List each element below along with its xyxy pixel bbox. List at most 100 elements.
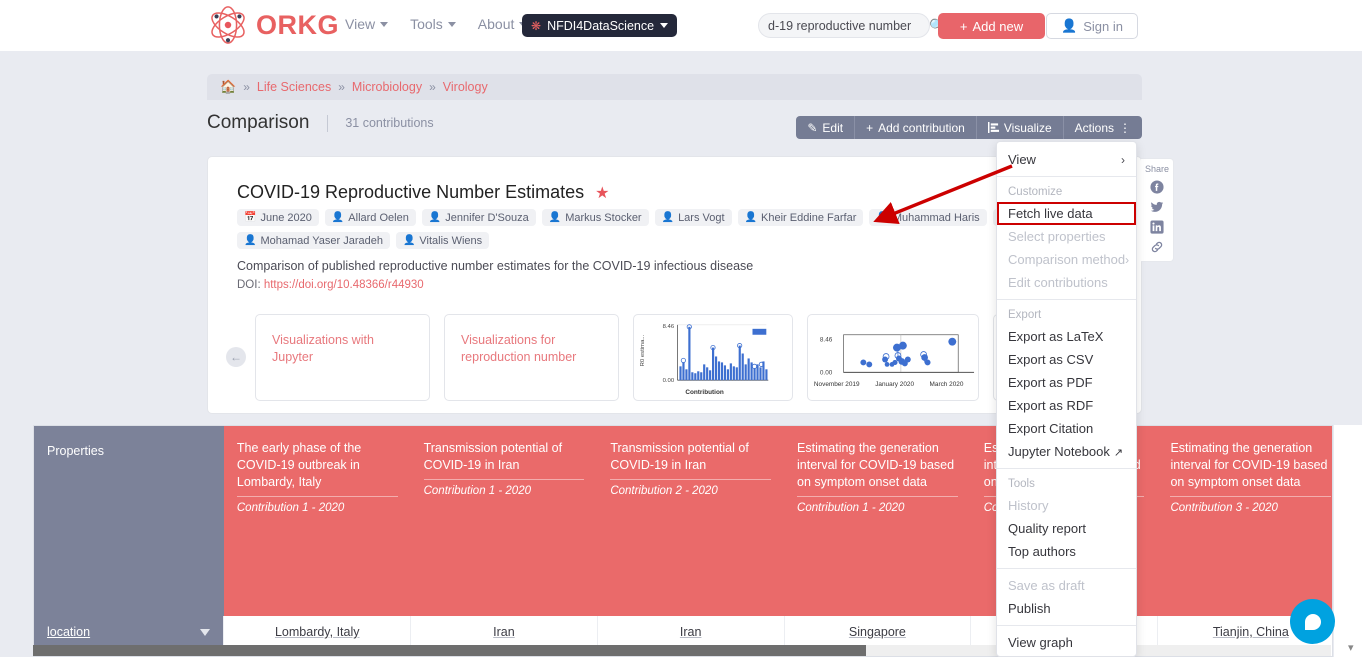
menu-divider xyxy=(997,299,1136,300)
menu-item-label: Export as PDF xyxy=(1008,375,1093,390)
tag-author[interactable]: 👤 Vitalis Wiens xyxy=(396,232,489,249)
chevron-down-icon xyxy=(380,22,388,27)
chevron-down-icon[interactable] xyxy=(200,629,210,636)
menu-item-edit-contributions: Edit contributions xyxy=(997,271,1136,294)
tag-author[interactable]: 👤 Muhammad Haris xyxy=(869,209,986,226)
tag-date[interactable]: 📅 June 2020 xyxy=(237,209,319,226)
menu-item-history: History xyxy=(997,494,1136,517)
tag-author[interactable]: 👤 Lars Vogt xyxy=(655,209,732,226)
menu-item-label: Top authors xyxy=(1008,544,1076,559)
menu-item-export-citation[interactable]: Export Citation xyxy=(997,417,1136,440)
menu-item-fetch-live-data[interactable]: Fetch live data xyxy=(997,202,1136,225)
breadcrumb-item-virology[interactable]: Virology xyxy=(443,80,488,94)
divider xyxy=(797,496,958,497)
menu-item-top-authors[interactable]: Top authors xyxy=(997,540,1136,563)
link-icon[interactable] xyxy=(1150,240,1164,254)
twitter-icon[interactable] xyxy=(1150,200,1164,214)
carousel-prev-button[interactable]: ← xyxy=(226,347,246,367)
observatory-label: NFDI4DataScience xyxy=(547,19,654,33)
comparison-description: Comparison of published reproductive num… xyxy=(237,259,753,273)
user-icon: 👤 xyxy=(244,235,256,246)
plus-icon: + xyxy=(866,121,873,135)
paper-title: Transmission potential of COVID-19 in Ir… xyxy=(424,440,585,474)
nav-item-tools[interactable]: Tools xyxy=(410,16,456,32)
cell-value: Lombardy, Italy xyxy=(275,625,360,639)
facebook-icon[interactable] xyxy=(1150,180,1164,194)
tag-author[interactable]: 👤 Jennifer D'Souza xyxy=(422,209,536,226)
menu-item-view-graph[interactable]: View graph xyxy=(997,631,1136,654)
menu-item-label: Edit contributions xyxy=(1008,275,1108,290)
actions-button[interactable]: Actions ⋮ xyxy=(1064,116,1142,139)
star-icon[interactable]: ★ xyxy=(595,185,609,202)
breadcrumb-item-microbiology[interactable]: Microbiology xyxy=(352,80,422,94)
svg-text:R0 estima...: R0 estima... xyxy=(640,334,646,366)
tag-label: Allard Oelen xyxy=(348,212,409,224)
chevron-right-icon: › xyxy=(1125,253,1129,267)
chat-bubble-icon xyxy=(1302,611,1324,633)
visualize-button[interactable]: Visualize xyxy=(977,116,1064,139)
menu-item-jupyter-notebook[interactable]: Jupyter Notebook↗ xyxy=(997,440,1136,463)
svg-text:0.00: 0.00 xyxy=(663,378,675,384)
user-icon: 👤 xyxy=(745,212,757,223)
page-title: Comparison xyxy=(207,112,309,134)
tag-author[interactable]: 👤 Markus Stocker xyxy=(542,209,649,226)
user-icon: 👤 xyxy=(429,212,441,223)
orkg-logo[interactable]: ORKG xyxy=(207,5,339,45)
home-icon[interactable]: 🏠 xyxy=(220,79,236,95)
menu-item-publish[interactable]: Publish xyxy=(997,597,1136,620)
search-box[interactable]: 🔍 xyxy=(758,13,930,38)
menu-item-quality-report[interactable]: Quality report xyxy=(997,517,1136,540)
share-label: Share xyxy=(1145,164,1169,174)
table-header-paper[interactable]: Transmission potential of COVID-19 in Ir… xyxy=(597,426,784,616)
svg-text:November 2019: November 2019 xyxy=(814,381,860,388)
menu-item-export-pdf[interactable]: Export as PDF xyxy=(997,371,1136,394)
menu-item-view[interactable]: View › xyxy=(997,148,1136,171)
breadcrumb-separator: » xyxy=(429,80,436,94)
tag-author[interactable]: 👤 Kheir Eddine Farfar xyxy=(738,209,864,226)
add-contribution-button[interactable]: + Add contribution xyxy=(855,116,977,139)
search-input[interactable] xyxy=(768,19,929,33)
doi-link[interactable]: https://doi.org/10.48366/r44930 xyxy=(264,279,424,291)
top-navbar: ORKG View Tools About ❋ NFDI4DataScience… xyxy=(0,0,1362,51)
chat-widget-button[interactable] xyxy=(1290,599,1335,644)
nav-item-about[interactable]: About xyxy=(478,16,528,32)
add-new-label: Add new xyxy=(973,19,1024,34)
tag-author[interactable]: 👤 Allard Oelen xyxy=(325,209,416,226)
visualization-card-bar-chart[interactable]: 8.46 0.00 R0 estima... Contribution xyxy=(633,314,793,401)
tag-label: Jennifer D'Souza xyxy=(445,212,528,224)
breadcrumb-item-life-sciences[interactable]: Life Sciences xyxy=(257,80,331,94)
table-header-paper[interactable]: Estimating the generation interval for C… xyxy=(784,426,971,616)
edit-button[interactable]: ✎ Edit xyxy=(796,116,855,139)
menu-item-export-latex[interactable]: Export as LaTeX xyxy=(997,325,1136,348)
visualization-card-reproduction[interactable]: Visualizations for reproduction number xyxy=(444,314,619,401)
visualization-card-scatter-chart[interactable]: 8.46 0.00 November 2019 January 2020 Mar… xyxy=(807,314,979,401)
menu-item-label: Export as LaTeX xyxy=(1008,329,1103,344)
svg-text:January 2020: January 2020 xyxy=(875,381,914,388)
menu-item-export-csv[interactable]: Export as CSV xyxy=(997,348,1136,371)
menu-section-customize: Customize xyxy=(997,182,1136,202)
paper-contribution: Contribution 1 - 2020 xyxy=(797,502,958,514)
visualization-card-label: Visualizations with Jupyter xyxy=(272,332,417,366)
table-header-paper[interactable]: Transmission potential of COVID-19 in Ir… xyxy=(411,426,598,616)
menu-section-export: Export xyxy=(997,305,1136,325)
visualize-label: Visualize xyxy=(1004,121,1052,135)
comparison-title-row: COVID-19 Reproductive Number Estimates ★ xyxy=(237,182,609,203)
scroll-down-icon[interactable]: ▾ xyxy=(1348,641,1354,654)
nav-links: View Tools About xyxy=(345,16,527,32)
observatory-selector[interactable]: ❋ NFDI4DataScience xyxy=(522,14,677,37)
menu-item-label: Comparison method xyxy=(1008,252,1125,267)
tag-author[interactable]: 👤 Mohamad Yaser Jaradeh xyxy=(237,232,390,249)
nav-item-view[interactable]: View xyxy=(345,16,388,32)
tag-label: Markus Stocker xyxy=(565,212,641,224)
menu-item-export-rdf[interactable]: Export as RDF xyxy=(997,394,1136,417)
add-contribution-label: Add contribution xyxy=(878,121,965,135)
linkedin-icon[interactable] xyxy=(1150,220,1164,234)
breadcrumb: 🏠 » Life Sciences » Microbiology » Virol… xyxy=(207,74,1142,100)
table-header-paper[interactable]: Estimating the generation interval for C… xyxy=(1157,426,1333,616)
visualization-card-jupyter[interactable]: Visualizations with Jupyter xyxy=(255,314,430,401)
sign-in-button[interactable]: 👤 Sign in xyxy=(1046,13,1138,39)
nav-item-tools-label: Tools xyxy=(410,16,443,32)
scrollbar-thumb[interactable] xyxy=(33,645,866,656)
add-new-button[interactable]: + Add new xyxy=(938,13,1045,39)
table-header-paper[interactable]: The early phase of the COVID-19 outbreak… xyxy=(224,426,411,616)
